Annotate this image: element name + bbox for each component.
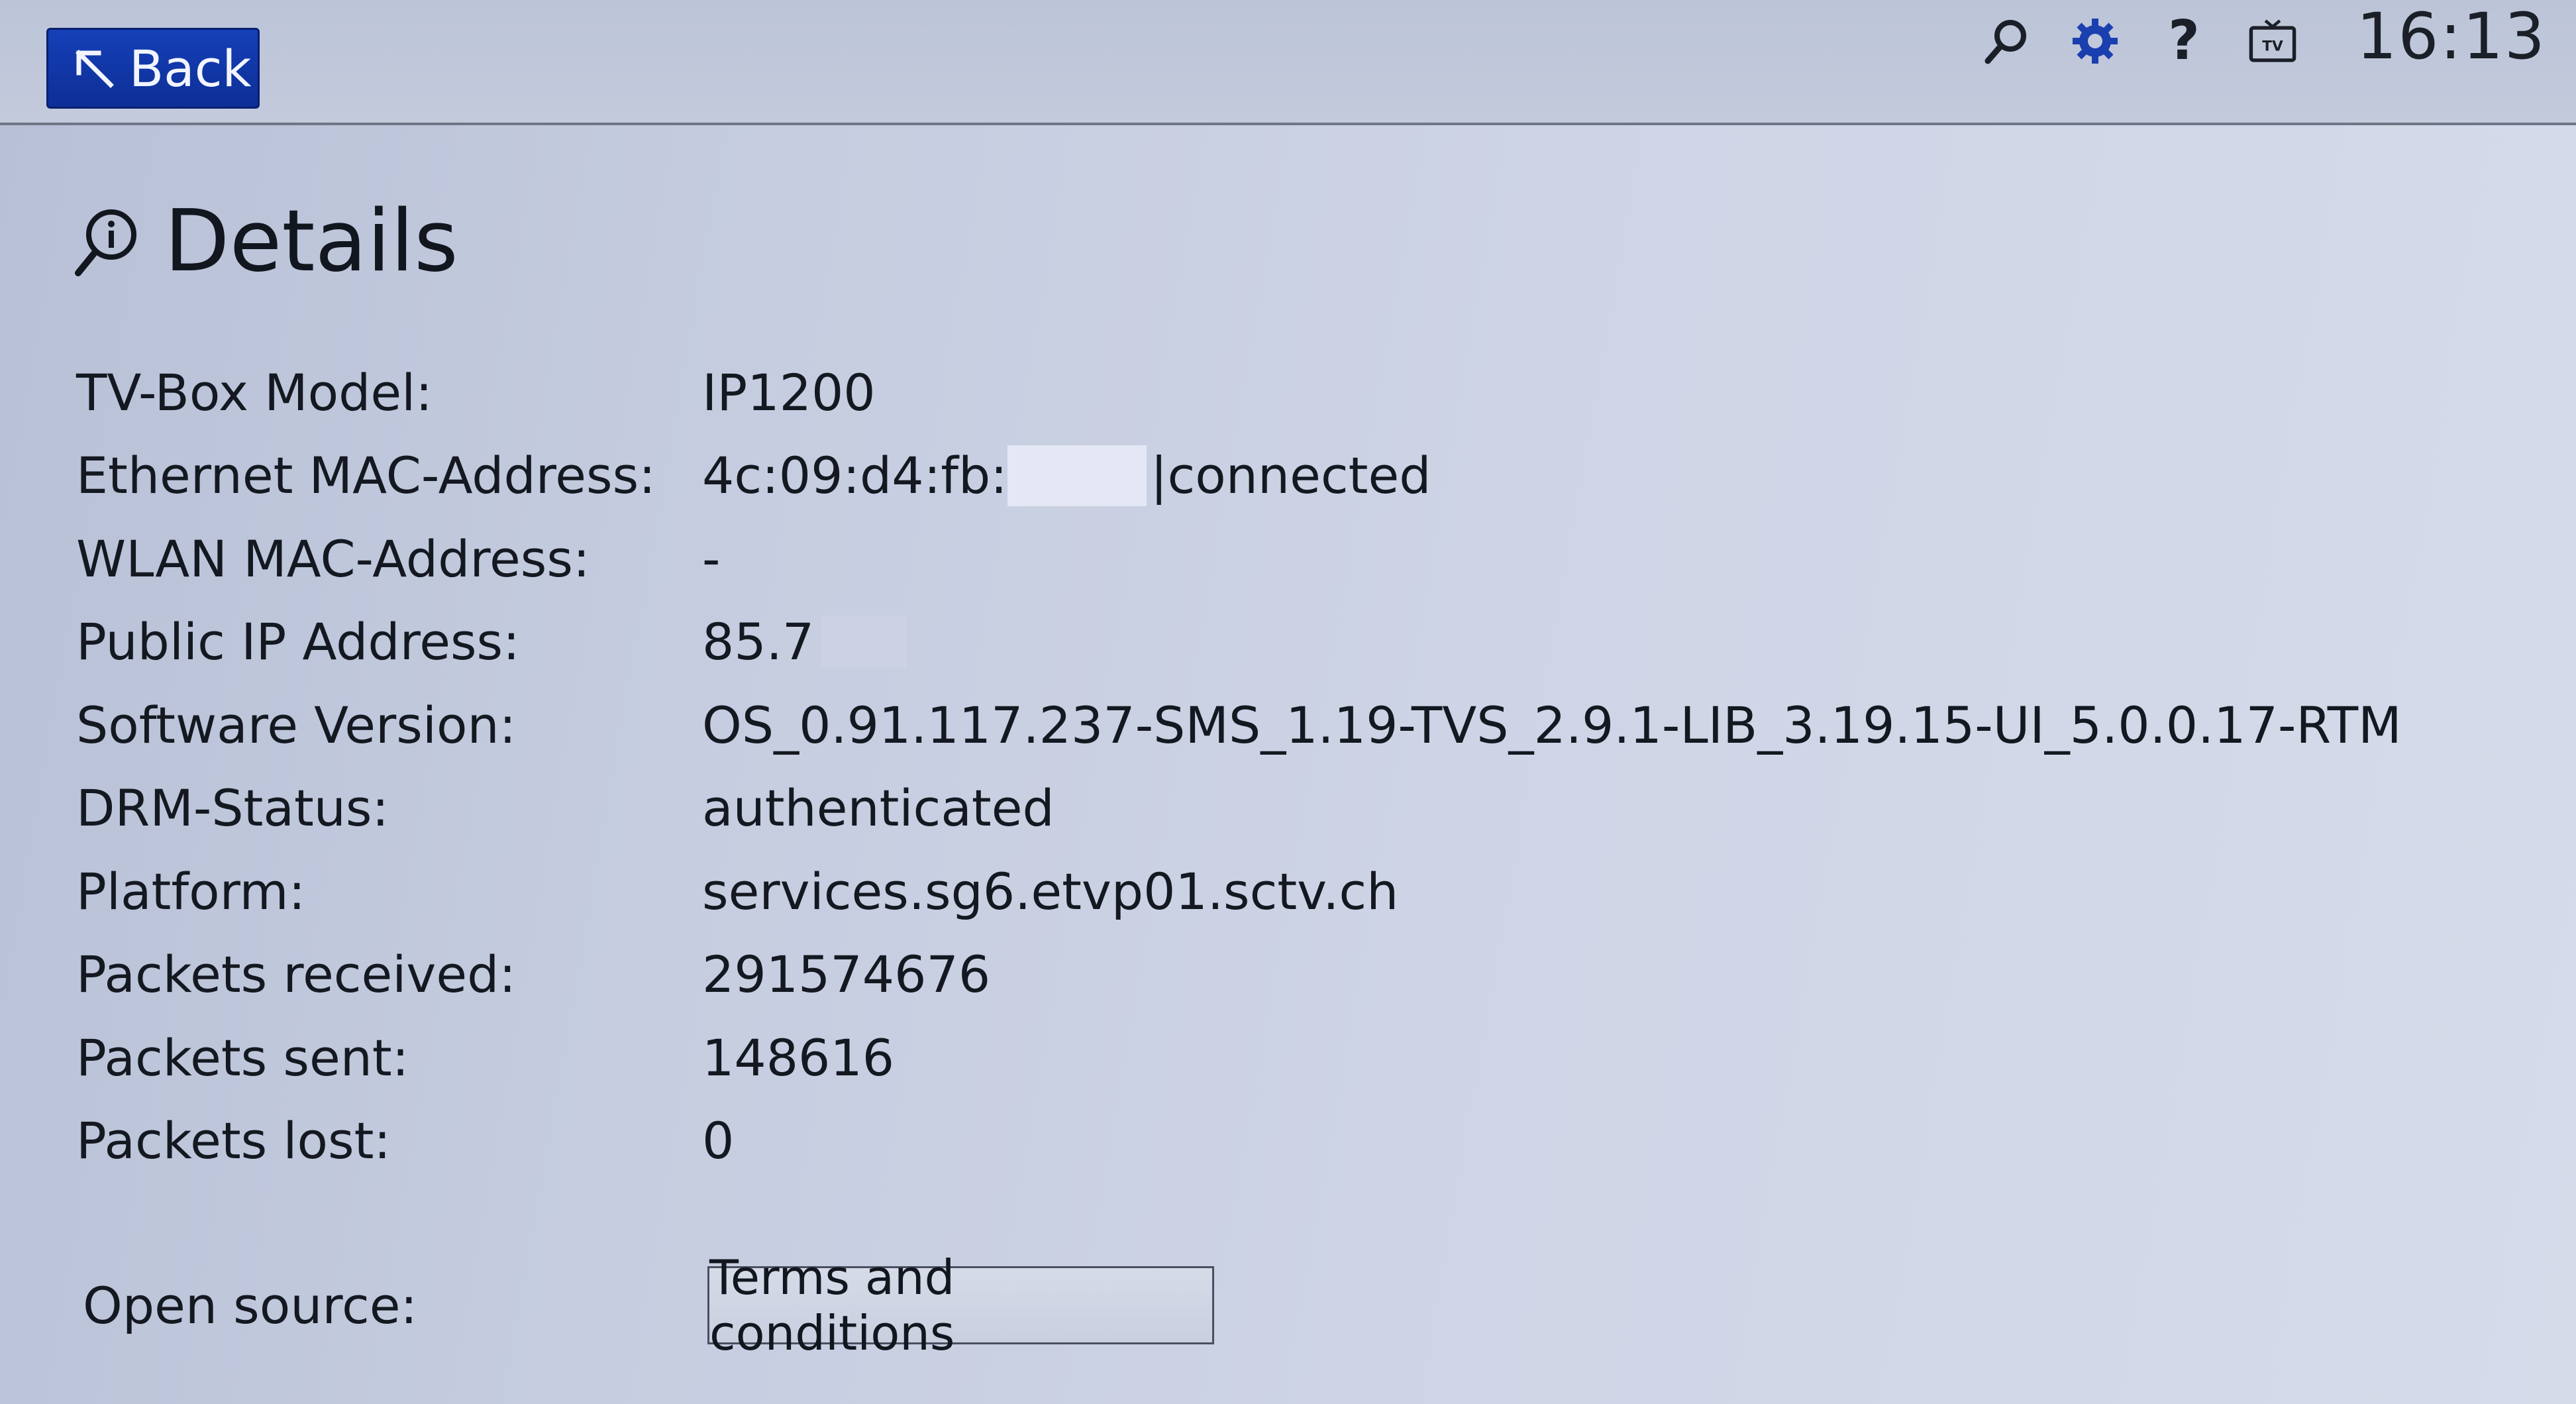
detail-value: 148616: [702, 1028, 895, 1087]
detail-label: Packets lost:: [76, 1111, 391, 1171]
detail-value: 0: [702, 1111, 735, 1171]
detail-row-packets-sent: Packets sent: 148616: [76, 1016, 2527, 1100]
back-button-label: Back: [129, 38, 252, 98]
page-title: Details: [164, 192, 458, 291]
detail-label: DRM-Status:: [76, 779, 389, 838]
open-source-row: Open source: Terms and conditions: [83, 1250, 2534, 1361]
detail-value: 291574676: [702, 945, 991, 1004]
help-glyph: ?: [2168, 9, 2200, 72]
detail-label: Software Version:: [76, 695, 517, 755]
detail-row-drm-status: DRM-Status: authenticated: [76, 767, 2527, 851]
detail-value: IP1200: [702, 362, 876, 422]
detail-label: Packets received:: [76, 945, 516, 1004]
connection-status: |connected: [1150, 446, 1431, 506]
terms-and-conditions-button[interactable]: Terms and conditions: [707, 1250, 1214, 1361]
detail-row-platform: Platform: services.sg6.etvp01.sctv.ch: [76, 850, 2527, 934]
tv-icon-label: TV: [2262, 38, 2283, 54]
detail-row-wlan-mac: WLAN MAC-Address: -: [76, 517, 2527, 601]
detail-row-public-ip: Public IP Address: 85.7: [76, 601, 2527, 684]
detail-row-model: TV-Box Model: IP1200: [76, 351, 2527, 435]
detail-value-group: 4c:09:d4:fb: |connected: [702, 445, 1431, 507]
detail-label: Ethernet MAC-Address:: [76, 446, 656, 506]
detail-value: 4c:09:d4:fb:: [702, 446, 1007, 506]
detail-label: WLAN MAC-Address:: [76, 529, 590, 588]
tv-icon[interactable]: TV: [2247, 16, 2298, 66]
back-button[interactable]: Back: [46, 28, 260, 109]
help-icon[interactable]: ?: [2159, 9, 2209, 72]
detail-row-packets-lost: Packets lost: 0: [76, 1100, 2527, 1183]
redacted-block: [1007, 445, 1147, 507]
detail-label: TV-Box Model:: [76, 362, 433, 422]
detail-value-group: 85.7: [702, 612, 907, 672]
open-source-label: Open source:: [83, 1275, 418, 1335]
detail-row-software-version: Software Version: OS_0.91.117.237-SMS_1.…: [76, 684, 2527, 767]
detail-value: 85.7: [702, 612, 815, 672]
detail-value: services.sg6.etvp01.sctv.ch: [702, 861, 1399, 921]
redacted-block: [821, 616, 907, 669]
details-list: TV-Box Model: IP1200 Ethernet MAC-Addres…: [76, 351, 2527, 1183]
arrow-up-left-icon: [76, 50, 114, 88]
detail-value: -: [702, 529, 721, 588]
gear-icon[interactable]: [2070, 16, 2120, 66]
detail-row-packets-received: Packets received: 291574676: [76, 934, 2527, 1017]
detail-label: Packets sent:: [76, 1028, 409, 1087]
detail-label: Platform:: [76, 861, 306, 921]
detail-row-ethernet-mac: Ethernet MAC-Address: 4c:09:d4:fb: |conn…: [76, 435, 2527, 518]
page-heading: Details: [73, 192, 458, 292]
detail-label: Public IP Address:: [76, 612, 520, 672]
info-search-icon: [75, 209, 136, 276]
search-icon[interactable]: [1981, 16, 2032, 66]
detail-value: OS_0.91.117.237-SMS_1.19-TVS_2.9.1-LIB_3…: [702, 695, 2402, 755]
clock: 16:13: [2356, 0, 2546, 74]
detail-value: authenticated: [702, 779, 1055, 838]
top-icon-bar: ? TV: [1981, 8, 2298, 74]
top-bar: Back ? TV 16:13: [0, 0, 2576, 125]
